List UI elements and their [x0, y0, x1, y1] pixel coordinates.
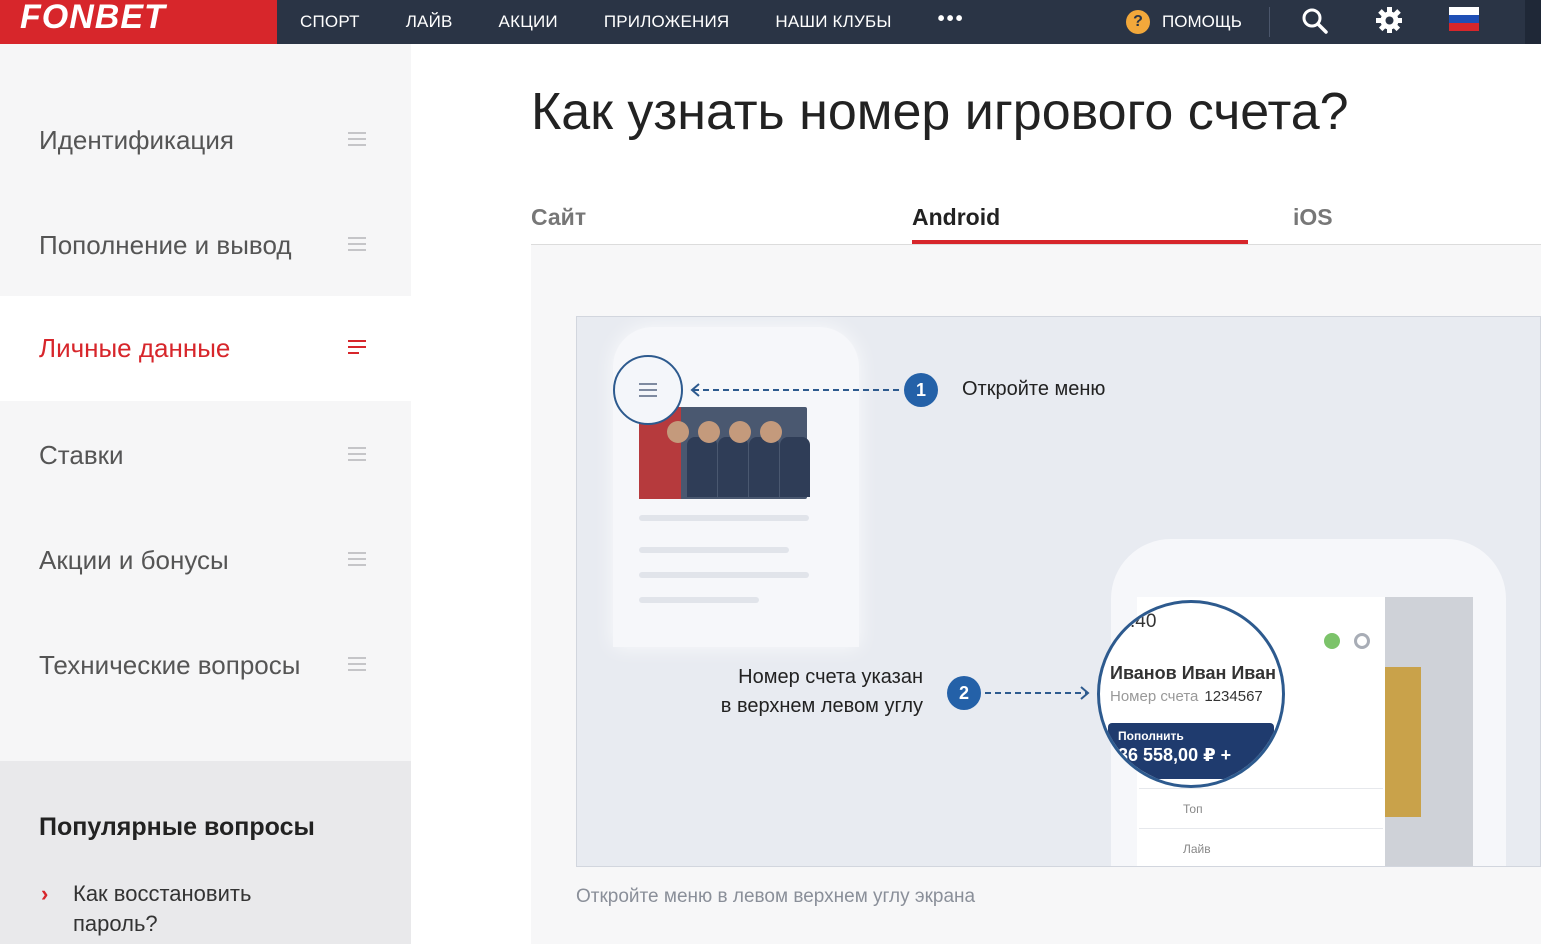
- step-2-text: Номер счета указан в верхнем левом углу: [657, 663, 923, 721]
- top-navigation-bar: FONBET СПОРТ ЛАЙВ АКЦИИ ПРИЛОЖЕНИЯ НАШИ …: [0, 0, 1541, 44]
- sidebar-item-deposit-withdrawal[interactable]: Пополнение и вывод: [0, 193, 411, 298]
- fonbet-logo[interactable]: FONBET: [0, 0, 277, 44]
- divider: [1269, 7, 1270, 37]
- menu-list-label: Топ: [1183, 801, 1203, 816]
- sidebar-item-identification[interactable]: Идентификация: [0, 88, 411, 193]
- list-lines-icon: [348, 236, 366, 255]
- nav-item-promotions[interactable]: АКЦИИ: [499, 12, 558, 32]
- sidebar-item-bets[interactable]: Ставки: [0, 403, 411, 508]
- help-link[interactable]: ? ПОМОЩЬ: [1126, 5, 1242, 39]
- list-lines-icon: [348, 131, 366, 150]
- verified-check-icon: [1324, 633, 1340, 649]
- more-menu-icon[interactable]: •••: [938, 8, 965, 31]
- menu-list-item: Топ: [1139, 788, 1383, 828]
- dashed-arrow-left: [690, 383, 903, 397]
- player-image: [1385, 667, 1421, 817]
- status-time: :40: [1130, 611, 1157, 632]
- app-row-placeholder: [639, 597, 759, 603]
- page-title: Как узнать номер игрового счета?: [531, 83, 1349, 141]
- account-number-label: Номер счета: [1110, 688, 1199, 705]
- banner-faces: [667, 421, 791, 443]
- chevron-right-icon: ›: [41, 881, 49, 906]
- menu-list-item: Лайв: [1139, 828, 1383, 866]
- list-lines-icon: [348, 446, 366, 465]
- balance-amount: 36 558,00 ₽ +: [1118, 745, 1232, 765]
- sidebar-item-label: Технические вопросы: [39, 650, 301, 680]
- active-tab-indicator: [912, 240, 1248, 244]
- main-nav: СПОРТ ЛАЙВ АКЦИИ ПРИЛОЖЕНИЯ НАШИ КЛУБЫ •…: [300, 0, 965, 44]
- step-2-text-line: Номер счета указан: [738, 666, 923, 688]
- sidebar-item-technical[interactable]: Технические вопросы: [0, 613, 411, 718]
- step-1-text: Откройте меню: [962, 378, 1106, 400]
- nav-item-sport[interactable]: СПОРТ: [300, 12, 360, 32]
- balance-card: Пополнить 36 558,00 ₽ +: [1108, 723, 1274, 779]
- sidebar-item-label: Пополнение и вывод: [39, 230, 292, 260]
- menu-list-label: Лайв: [1183, 841, 1211, 856]
- tab-ios[interactable]: iOS: [1293, 204, 1333, 231]
- sidebar-item-label: Идентификация: [39, 125, 234, 155]
- app-row-placeholder: [639, 515, 809, 521]
- account-number: 1234567: [1204, 688, 1263, 705]
- deposit-label: Пополнить: [1118, 729, 1184, 743]
- logo-text: FONBET: [20, 0, 166, 36]
- nav-item-apps[interactable]: ПРИЛОЖЕНИЯ: [604, 12, 730, 32]
- russian-flag-icon[interactable]: [1449, 7, 1479, 31]
- sidebar-item-label: Акции и бонусы: [39, 545, 229, 575]
- settings-small-icon: [1354, 633, 1370, 649]
- tab-site[interactable]: Сайт: [531, 204, 586, 231]
- popular-questions: Популярные вопросы › Как восстановить па…: [0, 761, 411, 944]
- list-lines-icon: [348, 656, 366, 675]
- list-lines-icon: [348, 551, 366, 570]
- user-name: Иванов Иван Иван: [1110, 663, 1277, 683]
- account-zoom-circle: :40 Иванов Иван Иван Номер счета 1234567 …: [1097, 600, 1285, 788]
- banner-players: [687, 437, 811, 497]
- step-2-badge: 2: [947, 676, 981, 710]
- help-question-icon: ?: [1126, 10, 1150, 34]
- app-row-placeholder: [639, 572, 809, 578]
- sidebar-item-promotions-bonuses[interactable]: Акции и бонусы: [0, 508, 411, 613]
- search-icon[interactable]: [1300, 6, 1330, 36]
- help-label: ПОМОЩЬ: [1162, 12, 1242, 31]
- account-number-row: Номер счета 1234567: [1110, 688, 1263, 705]
- nav-item-clubs[interactable]: НАШИ КЛУБЫ: [775, 12, 891, 32]
- nav-item-live[interactable]: ЛАЙВ: [406, 12, 453, 32]
- popular-question-link[interactable]: Как восстановить пароль?: [73, 879, 333, 939]
- list-lines-icon: [348, 339, 366, 358]
- hamburger-menu-icon: [639, 379, 657, 401]
- tab-android[interactable]: Android: [912, 204, 1000, 231]
- dashed-arrow-right: [985, 686, 1090, 700]
- instruction-illustration: 1 Откройте меню Топ Лайв :40 Иванов Иван…: [576, 316, 1541, 867]
- menu-highlight-circle: [613, 355, 683, 425]
- illustration-caption: Откройте меню в левом верхнем углу экран…: [576, 886, 976, 907]
- step-1-badge: 1: [904, 373, 938, 407]
- app-row-placeholder: [639, 547, 789, 553]
- sidebar-item-personal-data[interactable]: Личные данные: [0, 296, 411, 401]
- step-2-text-line: в верхнем левом углу: [720, 695, 923, 717]
- gear-icon[interactable]: [1374, 5, 1404, 35]
- sidebar-item-label: Личные данные: [39, 333, 231, 363]
- sidebar-item-label: Ставки: [39, 440, 124, 470]
- popular-questions-title: Популярные вопросы: [39, 813, 315, 841]
- platform-tabs: Сайт Android iOS: [531, 200, 1541, 245]
- topbar-edge: [1525, 0, 1541, 44]
